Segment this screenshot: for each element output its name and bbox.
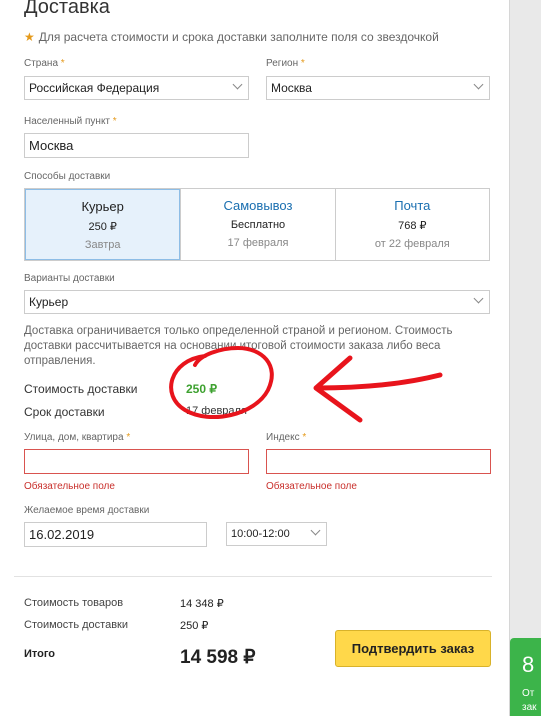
region-select[interactable]: Москва: [266, 76, 490, 100]
method-name: Курьер: [81, 199, 124, 214]
delivery-cost-label: Стоимость доставки: [24, 382, 138, 396]
confirm-order-button[interactable]: Подтвердить заказ: [335, 630, 491, 667]
method-date: от 22 февраля: [374, 238, 450, 250]
side-widget[interactable]: 8 От зак: [510, 638, 541, 716]
divider: [14, 576, 492, 577]
street-error: Обязательное поле: [24, 481, 115, 492]
city-label: Населенный пункт *: [24, 116, 117, 127]
method-date: 17 февраля: [227, 237, 289, 249]
side-widget-line2: зак: [522, 702, 537, 713]
variant-label: Варианты доставки: [24, 273, 115, 284]
street-input[interactable]: [24, 449, 249, 474]
method-date: Завтра: [84, 239, 121, 251]
country-select[interactable]: Российская Федерация: [24, 76, 249, 100]
methods-label: Способы доставки: [24, 171, 111, 182]
method-price: 768 ₽: [398, 220, 427, 232]
method-price: 250 ₽: [88, 221, 117, 233]
side-widget-number: 8: [522, 652, 535, 677]
zip-input[interactable]: [266, 449, 491, 474]
region-label: Регион *: [266, 58, 305, 69]
total-label: Итого: [24, 648, 56, 660]
method-courier[interactable]: Курьер 250 ₽ Завтра: [25, 189, 181, 260]
summary-delivery-label: Стоимость доставки: [24, 619, 128, 631]
chevron-down-icon: [473, 79, 484, 90]
street-label: Улица, дом, квартира *: [24, 432, 131, 443]
method-name: Самовывоз: [223, 198, 293, 213]
delivery-cost-value: 250 ₽: [186, 382, 217, 396]
goods-cost-value: 14 348 ₽: [180, 598, 224, 610]
chevron-down-icon: [310, 525, 321, 536]
country-label: Страна *: [24, 58, 65, 69]
chevron-down-icon: [473, 293, 484, 304]
page-title: Доставка: [24, 0, 110, 18]
delivery-note: Доставка ограничивается только определен…: [24, 325, 453, 367]
goods-cost-label: Стоимость товаров: [24, 597, 124, 609]
hint-text: Для расчета стоимости и срока доставки з…: [38, 30, 439, 44]
method-name: Почта: [394, 198, 431, 213]
star-icon: ★: [24, 30, 35, 44]
date-input[interactable]: 16.02.2019: [24, 522, 207, 547]
city-input[interactable]: Москва: [24, 133, 249, 158]
delivery-time-label: Срок доставки: [24, 405, 105, 419]
chevron-down-icon: [232, 79, 243, 90]
delivery-methods: Курьер 250 ₽ Завтра Самовывоз Бесплатно …: [24, 188, 490, 261]
delivery-time-value: 17 февраля: [186, 405, 247, 417]
method-post[interactable]: Почта 768 ₽ от 22 февраля: [334, 189, 489, 260]
zip-label: Индекс *: [266, 432, 307, 443]
total-value: 14 598 ₽: [180, 647, 256, 668]
summary-delivery-value: 250 ₽: [180, 620, 209, 632]
method-pickup[interactable]: Самовывоз Бесплатно 17 февраля: [180, 189, 334, 260]
zip-error: Обязательное поле: [266, 481, 357, 492]
delivery-panel: Доставка ★ Для расчета стоимости и срока …: [0, 0, 510, 716]
side-widget-line1: От: [522, 688, 535, 699]
time-slot-select[interactable]: 10:00-12:00: [226, 522, 327, 546]
required-hint: ★ Для расчета стоимости и срока доставки …: [24, 30, 439, 44]
method-price: Бесплатно: [230, 219, 286, 231]
variant-select[interactable]: Курьер: [24, 290, 490, 314]
desired-time-label: Желаемое время доставки: [24, 505, 150, 516]
